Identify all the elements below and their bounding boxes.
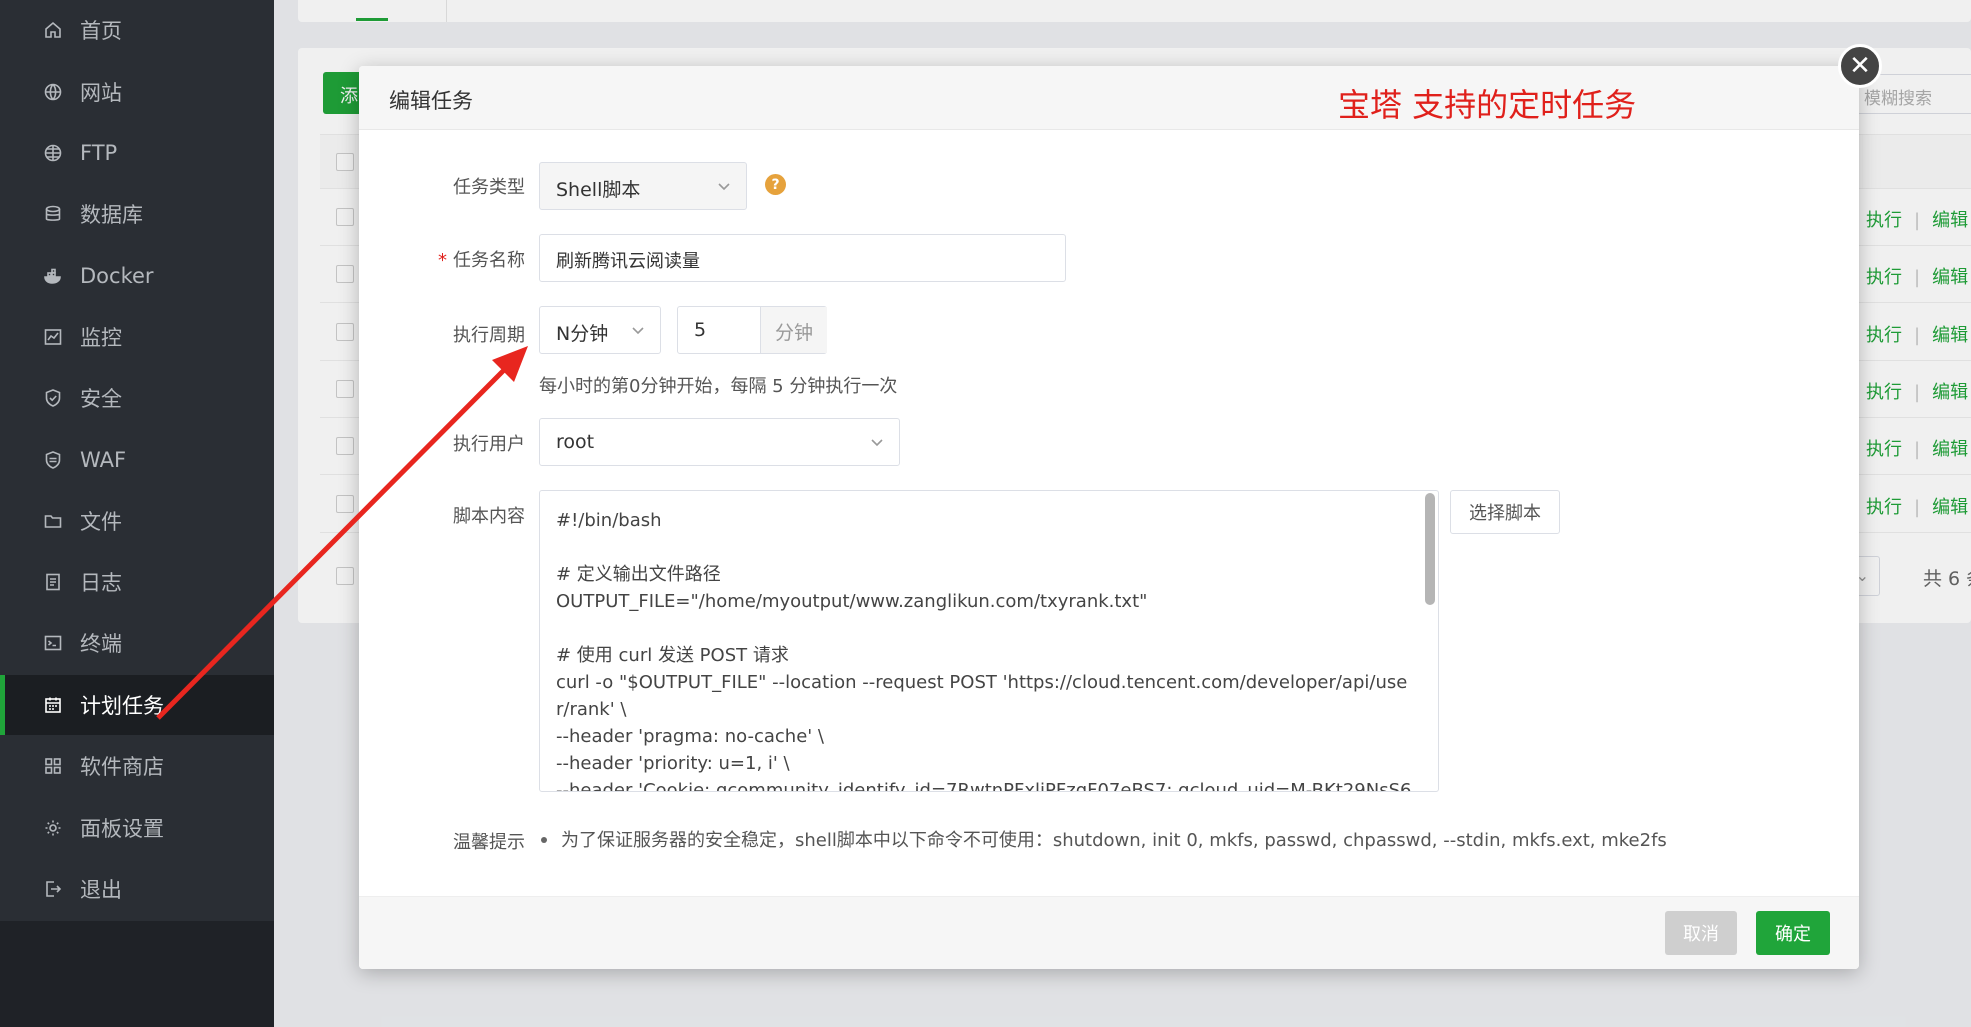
database-icon	[42, 203, 64, 225]
ftp-globe-icon	[42, 142, 64, 164]
sidebar-item-label: 网站	[80, 81, 122, 105]
sidebar-item-docker[interactable]: Docker	[0, 246, 274, 306]
sidebar-item-label: 终端	[80, 632, 122, 656]
minutes-input-group: 5 分钟	[677, 306, 827, 354]
task-name-label-text: 任务名称	[453, 250, 525, 271]
sidebar-item-label: 监控	[80, 326, 122, 350]
script-text: #!/bin/bash # 定义输出文件路径 OUTPUT_FILE="/hom…	[556, 510, 1412, 792]
sidebar: 首页 网站 FTP 数据库 Docker 监控 安全 WAF 文件 日志 终端 …	[0, 0, 274, 1027]
tip-label: 温馨提示	[453, 832, 525, 853]
confirm-button[interactable]: 确定	[1756, 911, 1830, 955]
script-content-label: 脚本内容	[453, 506, 525, 527]
editor-scrollbar[interactable]	[1425, 493, 1435, 605]
period-mode-select[interactable]: N分钟	[539, 306, 661, 354]
sidebar-item-waf[interactable]: WAF	[0, 430, 274, 490]
home-icon	[42, 19, 64, 41]
docker-icon	[42, 265, 64, 287]
sidebar-item-security[interactable]: 安全	[0, 368, 274, 428]
sidebar-item-panel-settings[interactable]: 面板设置	[0, 798, 274, 858]
folder-icon	[42, 510, 64, 532]
run-user-label: 执行用户	[453, 434, 525, 455]
help-icon[interactable]: ?	[765, 174, 786, 195]
run-user-value: root	[556, 431, 595, 453]
sidebar-item-monitor[interactable]: 监控	[0, 307, 274, 367]
sidebar-item-logout[interactable]: 退出	[0, 859, 274, 919]
sidebar-item-label: 日志	[80, 571, 122, 595]
required-marker: *	[438, 250, 447, 271]
sidebar-item-app-store[interactable]: 软件商店	[0, 736, 274, 796]
sidebar-item-label: 计划任务	[80, 694, 164, 718]
sidebar-item-label: FTP	[80, 141, 118, 165]
sidebar-menu: 首页 网站 FTP 数据库 Docker 监控 安全 WAF 文件 日志 终端 …	[0, 0, 274, 921]
sidebar-item-database[interactable]: 数据库	[0, 184, 274, 244]
task-name-input[interactable]: 刷新腾讯云阅读量	[539, 234, 1066, 282]
settings-gear-icon	[42, 817, 64, 839]
tip-text: 为了保证服务器的安全稳定，shell脚本中以下命令不可使用：shutdown, …	[539, 826, 1667, 852]
chevron-down-icon	[716, 177, 732, 193]
sidebar-item-terminal[interactable]: 终端	[0, 613, 274, 673]
terminal-icon	[42, 632, 64, 654]
dialog-title: 编辑任务	[389, 89, 473, 113]
sidebar-item-label: 文件	[80, 510, 122, 534]
calendar-icon	[42, 694, 64, 716]
grid-apps-icon	[42, 755, 64, 777]
sidebar-item-logs[interactable]: 日志	[0, 552, 274, 612]
sidebar-item-label: WAF	[80, 448, 127, 472]
task-name-label: * 任务名称	[385, 246, 525, 272]
task-type-select[interactable]: Shell脚本	[539, 162, 747, 210]
chevron-down-icon	[630, 321, 646, 337]
choose-script-button[interactable]: 选择脚本	[1450, 490, 1560, 534]
period-hint: 每小时的第0分钟开始，每隔 5 分钟执行一次	[539, 376, 898, 397]
task-type-value: Shell脚本	[556, 179, 641, 201]
waf-shield-icon	[42, 449, 64, 471]
sidebar-item-label: 面板设置	[80, 817, 164, 841]
sidebar-item-label: Docker	[80, 264, 154, 288]
annotation-label: 宝塔 支持的定时任务	[1338, 86, 1637, 124]
sidebar-item-label: 软件商店	[80, 755, 164, 779]
bullet-icon	[541, 836, 547, 843]
logout-icon	[42, 878, 64, 900]
script-editor[interactable]: #!/bin/bash # 定义输出文件路径 OUTPUT_FILE="/hom…	[539, 490, 1439, 792]
sidebar-item-scheduled-tasks[interactable]: 计划任务	[0, 675, 274, 735]
minutes-unit: 分钟	[760, 307, 827, 353]
sidebar-item-label: 首页	[80, 19, 122, 43]
sidebar-item-label: 退出	[80, 878, 122, 902]
sidebar-item-label: 数据库	[80, 203, 143, 227]
shield-check-icon	[42, 387, 64, 409]
cancel-button[interactable]: 取消	[1665, 911, 1737, 955]
monitor-chart-icon	[42, 326, 64, 348]
log-document-icon	[42, 571, 64, 593]
edit-task-dialog: 编辑任务 任务类型 Shell脚本 ? * 任务名称 刷新腾讯云阅读量 执行周期 …	[359, 66, 1859, 969]
task-type-label: 任务类型	[453, 177, 525, 198]
globe-icon	[42, 81, 64, 103]
sidebar-item-home[interactable]: 首页	[0, 0, 274, 60]
chevron-down-icon	[869, 433, 885, 449]
sidebar-item-label: 安全	[80, 387, 122, 411]
period-mode-value: N分钟	[556, 323, 609, 345]
close-icon[interactable]: ✕	[1838, 44, 1882, 88]
tip-text-content: 为了保证服务器的安全稳定，shell脚本中以下命令不可使用：shutdown, …	[561, 830, 1667, 851]
dialog-footer: 取消 确定	[359, 896, 1859, 969]
run-user-select[interactable]: root	[539, 418, 900, 466]
sidebar-item-files[interactable]: 文件	[0, 491, 274, 551]
minutes-input[interactable]: 5	[694, 319, 706, 341]
period-label: 执行周期	[453, 325, 525, 346]
sidebar-item-ftp[interactable]: FTP	[0, 123, 274, 183]
sidebar-item-website[interactable]: 网站	[0, 62, 274, 122]
